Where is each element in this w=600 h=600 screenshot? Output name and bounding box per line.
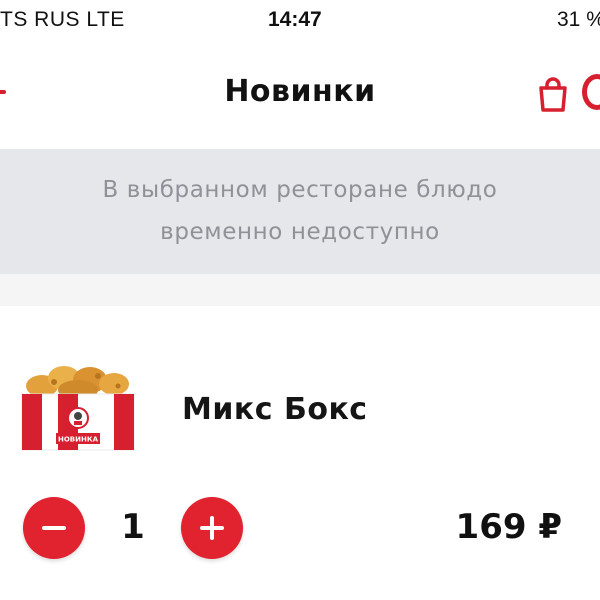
chicken-piece (99, 373, 129, 395)
banner-line-2: временно недоступно (160, 219, 440, 245)
product-price: 169 ₽ (455, 507, 562, 547)
unavailable-banner: В выбранном ресторане блюдо временно нед… (0, 149, 600, 274)
decrease-quantity-button[interactable] (23, 497, 85, 559)
product-name[interactable]: Микс Бокс (182, 392, 368, 427)
clock: 14:47 (268, 8, 322, 31)
new-badge: НОВИНКА (58, 436, 99, 444)
page-title: Новинки (224, 74, 376, 109)
carrier-label: TS RUS LTE (0, 8, 125, 31)
nav-bar: Новинки (0, 40, 600, 148)
battery-percentage: 31 % (557, 8, 600, 31)
section-divider (0, 274, 600, 306)
quantity-value: 1 (121, 507, 145, 547)
product-image[interactable]: НОВИНКА (20, 360, 136, 452)
shopping-bag-icon[interactable] (536, 76, 570, 114)
banner-line-1: В выбранном ресторане блюдо (102, 177, 498, 203)
minus-icon (42, 526, 66, 530)
status-bar: TS RUS LTE 14:47 31 % (0, 0, 600, 40)
increase-quantity-button[interactable] (181, 497, 243, 559)
